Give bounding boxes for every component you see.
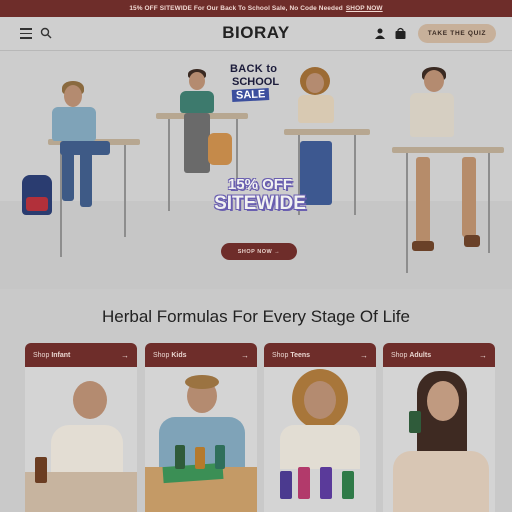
card-shop-kids[interactable]: Shop Kids → — [145, 343, 257, 512]
offer-line-2: SITEWIDE — [214, 193, 306, 214]
card-label-prefix: Shop — [391, 351, 408, 359]
back-to-school-badge: BACK to SCHOOL SALE — [228, 63, 290, 109]
section-heading: Herbal Formulas For Every Stage Of Life — [101, 307, 410, 326]
card-label: Infant — [51, 351, 71, 359]
backpack-pocket — [26, 197, 48, 211]
card-label: Adults — [409, 351, 432, 359]
card-header[interactable]: Shop Kids → — [145, 343, 257, 367]
account-icon[interactable] — [374, 27, 386, 39]
sitewide-offer: 15% OFF SITEWIDE — [190, 177, 330, 215]
card-label-prefix: Shop — [33, 351, 50, 359]
hero-child-photo — [176, 69, 236, 189]
backpack — [208, 133, 232, 165]
card-label: Teens — [290, 351, 311, 359]
kids-photo — [145, 367, 257, 512]
card-header[interactable]: Shop Infant → — [25, 343, 137, 367]
site-header: BIORAY TAKE THE QUIZ — [0, 17, 512, 51]
badge-line-1: BACK to — [230, 63, 278, 75]
offer-line-1: 15% OFF — [227, 176, 293, 193]
promo-text: 15% OFF SITEWIDE For Our Back To School … — [129, 5, 343, 12]
card-label-prefix: Shop — [153, 351, 170, 359]
arrow-right-icon: → — [479, 350, 487, 360]
arrow-right-icon: → — [360, 350, 368, 360]
promo-shop-now-link[interactable]: SHOP NOW — [346, 5, 383, 12]
card-header[interactable]: Shop Adults → — [383, 343, 495, 367]
cart-icon[interactable] — [394, 27, 407, 40]
adults-photo — [383, 367, 495, 512]
arrow-right-icon: → — [241, 350, 249, 360]
card-shop-teens[interactable]: Shop Teens → — [264, 343, 376, 512]
hero-banner[interactable]: BACK to SCHOOL SALE 15% OFF SITEWIDE SHO… — [0, 51, 512, 289]
card-header[interactable]: Shop Teens → — [264, 343, 376, 367]
promo-banner: 15% OFF SITEWIDE For Our Back To School … — [0, 0, 512, 17]
teens-photo — [264, 367, 376, 512]
card-shop-adults[interactable]: Shop Adults → — [383, 343, 495, 512]
arrow-right-icon: → — [121, 350, 129, 360]
hero-child-photo — [50, 81, 130, 261]
hero-child-photo — [392, 67, 502, 267]
card-shop-infant[interactable]: Shop Infant → — [25, 343, 137, 512]
hero-shop-now-button[interactable]: SHOP NOW → — [221, 243, 297, 260]
badge-line-2: SCHOOL — [232, 76, 280, 88]
infant-photo — [25, 367, 137, 512]
card-label-prefix: Shop — [272, 351, 289, 359]
card-label: Kids — [171, 351, 187, 359]
take-quiz-button[interactable]: TAKE THE QUIZ — [418, 24, 496, 43]
badge-sale: SALE — [231, 88, 270, 102]
category-cards: Shop Infant → Shop Kids → Shop Teens → S… — [0, 343, 512, 512]
